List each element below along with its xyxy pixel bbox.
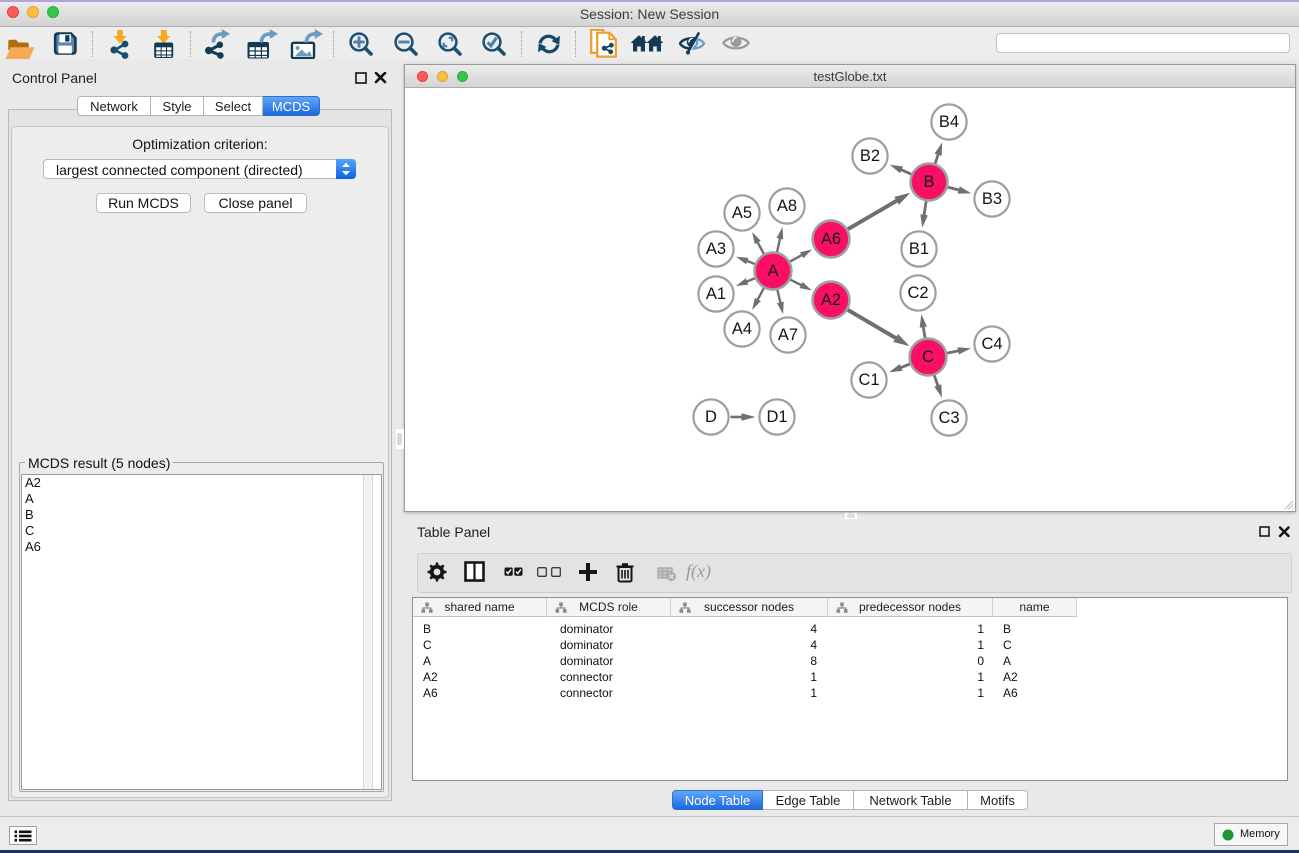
svg-text:D: D [705, 408, 717, 426]
svg-text:A: A [767, 262, 778, 280]
svg-text:A2: A2 [821, 291, 841, 309]
svg-text:B4: B4 [939, 113, 959, 131]
svg-text:B1: B1 [909, 240, 929, 258]
svg-text:B: B [923, 173, 934, 191]
svg-text:A4: A4 [732, 320, 752, 338]
svg-text:A3: A3 [706, 240, 726, 258]
svg-text:B2: B2 [860, 147, 880, 165]
svg-text:C3: C3 [938, 409, 959, 427]
svg-text:A5: A5 [732, 204, 752, 222]
svg-text:C1: C1 [858, 371, 879, 389]
svg-text:A8: A8 [777, 197, 797, 215]
svg-text:C: C [922, 348, 934, 366]
svg-text:C4: C4 [981, 335, 1002, 353]
svg-text:B3: B3 [982, 190, 1002, 208]
svg-text:A7: A7 [778, 326, 798, 344]
svg-text:C2: C2 [907, 284, 928, 302]
svg-text:A6: A6 [821, 230, 841, 248]
svg-text:D1: D1 [766, 408, 787, 426]
svg-text:A1: A1 [706, 285, 726, 303]
